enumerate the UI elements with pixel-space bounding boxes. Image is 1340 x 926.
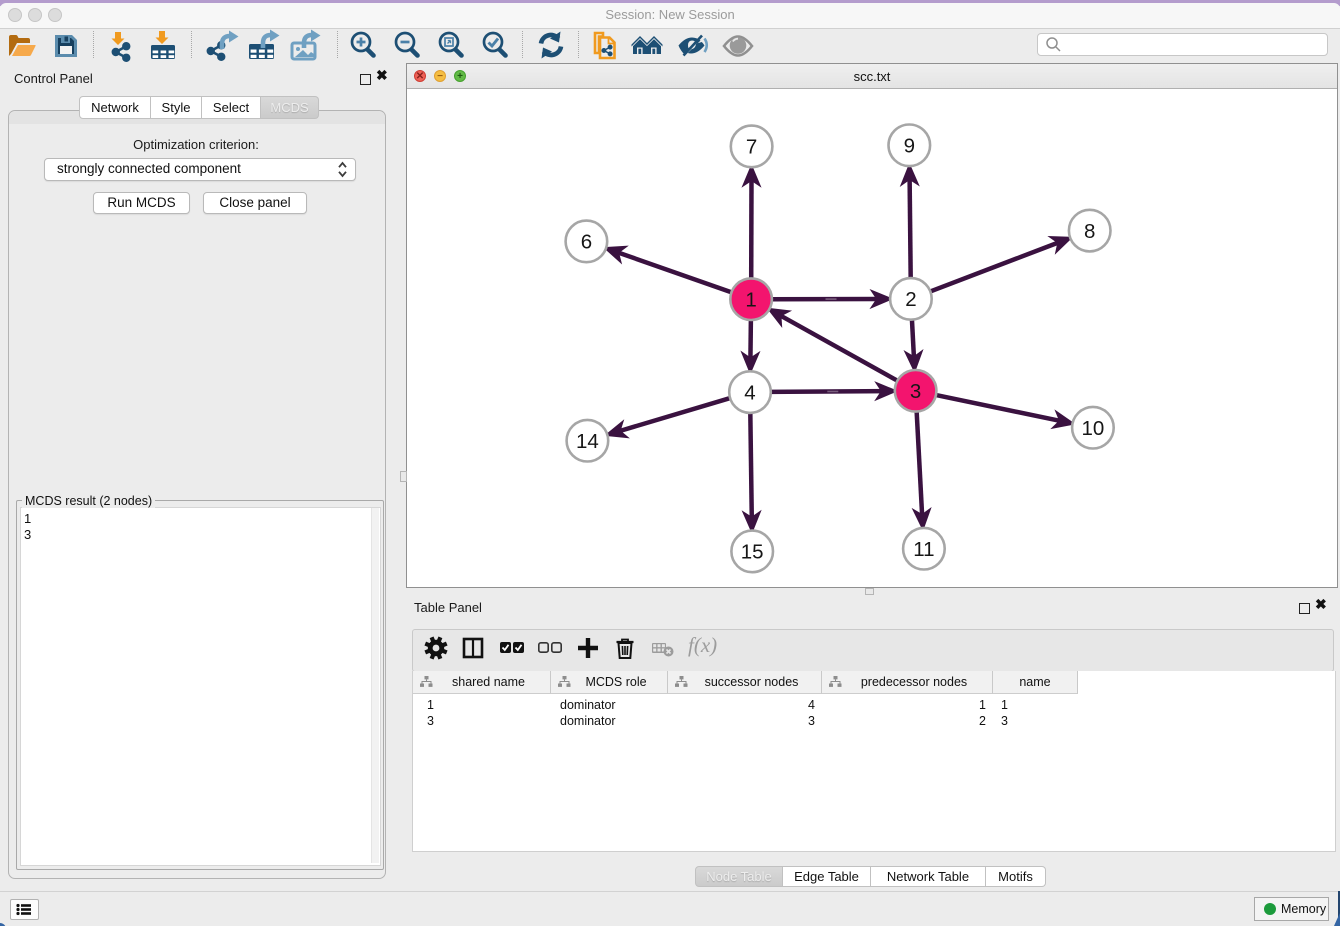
svg-text:10: 10	[1081, 417, 1104, 440]
svg-text:3: 3	[910, 380, 921, 403]
svg-text:15: 15	[741, 541, 764, 564]
svg-text:14: 14	[576, 430, 599, 453]
svg-text:9: 9	[904, 135, 915, 158]
svg-text:11: 11	[913, 538, 934, 561]
svg-text:4: 4	[744, 381, 755, 404]
svg-text:7: 7	[746, 136, 757, 159]
svg-text:6: 6	[581, 231, 592, 254]
svg-text:2: 2	[905, 288, 916, 311]
svg-text:8: 8	[1084, 220, 1095, 243]
svg-text:1: 1	[745, 288, 756, 311]
